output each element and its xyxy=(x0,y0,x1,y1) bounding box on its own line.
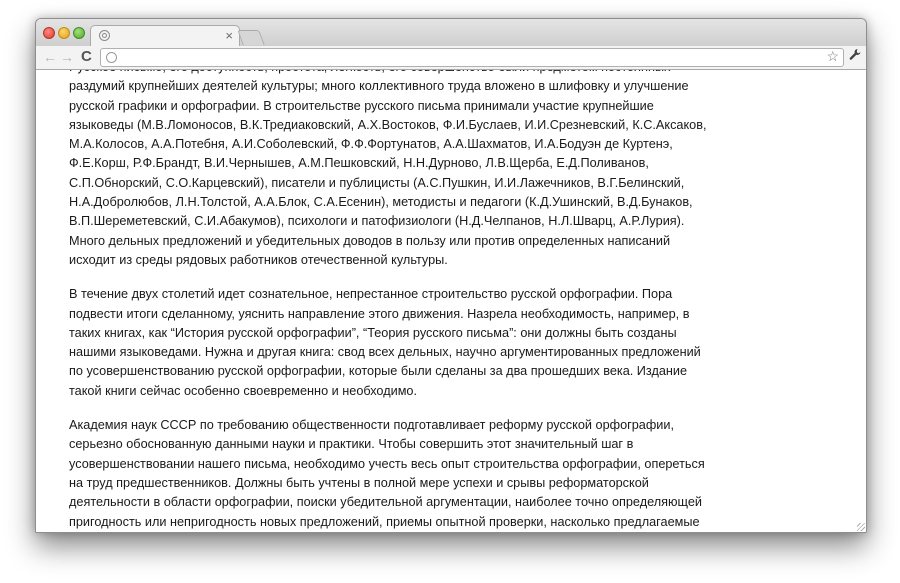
title-bar: × xyxy=(36,19,866,48)
page-content[interactable]: Русское письмо, его доступность, простот… xyxy=(36,70,866,532)
paragraph: В течение двух столетий идет сознательно… xyxy=(69,287,701,398)
tab-close-icon[interactable]: × xyxy=(225,27,233,45)
paragraph: Академия наук СССР по требованию обществ… xyxy=(69,418,705,529)
paragraph: Русское письмо, его доступность, простот… xyxy=(69,70,707,267)
page-globe-icon xyxy=(106,52,117,63)
browser-toolbar: ← → C ☆ xyxy=(36,46,866,70)
window-minimize-button[interactable] xyxy=(58,27,70,39)
globe-icon xyxy=(99,30,110,41)
resize-grip-icon[interactable] xyxy=(857,523,865,531)
window-close-button[interactable] xyxy=(43,27,55,39)
address-bar[interactable]: ☆ xyxy=(100,48,844,67)
reload-icon[interactable]: C xyxy=(81,49,92,65)
new-tab-button[interactable] xyxy=(237,30,265,45)
window-zoom-button[interactable] xyxy=(73,27,85,39)
forward-arrow-icon[interactable]: → xyxy=(60,49,74,65)
back-arrow-icon[interactable]: ← xyxy=(43,49,57,65)
wrench-menu-icon[interactable] xyxy=(849,48,862,64)
bookmark-star-icon[interactable]: ☆ xyxy=(826,48,839,65)
browser-window: × ← → C ☆ Русское письмо, его доступност… xyxy=(35,18,867,533)
browser-tab[interactable]: × xyxy=(90,25,240,48)
article-text: Русское письмо, его доступность, простот… xyxy=(69,70,749,532)
